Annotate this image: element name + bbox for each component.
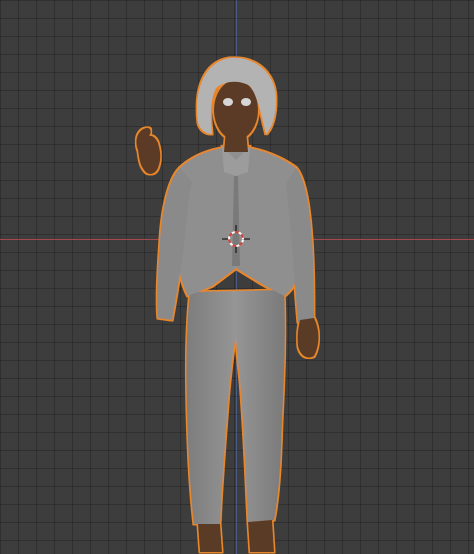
scene-canvas[interactable] bbox=[0, 0, 474, 554]
floating-hand[interactable] bbox=[136, 127, 161, 174]
character-mesh[interactable] bbox=[157, 57, 319, 552]
3d-viewport[interactable] bbox=[0, 0, 474, 554]
